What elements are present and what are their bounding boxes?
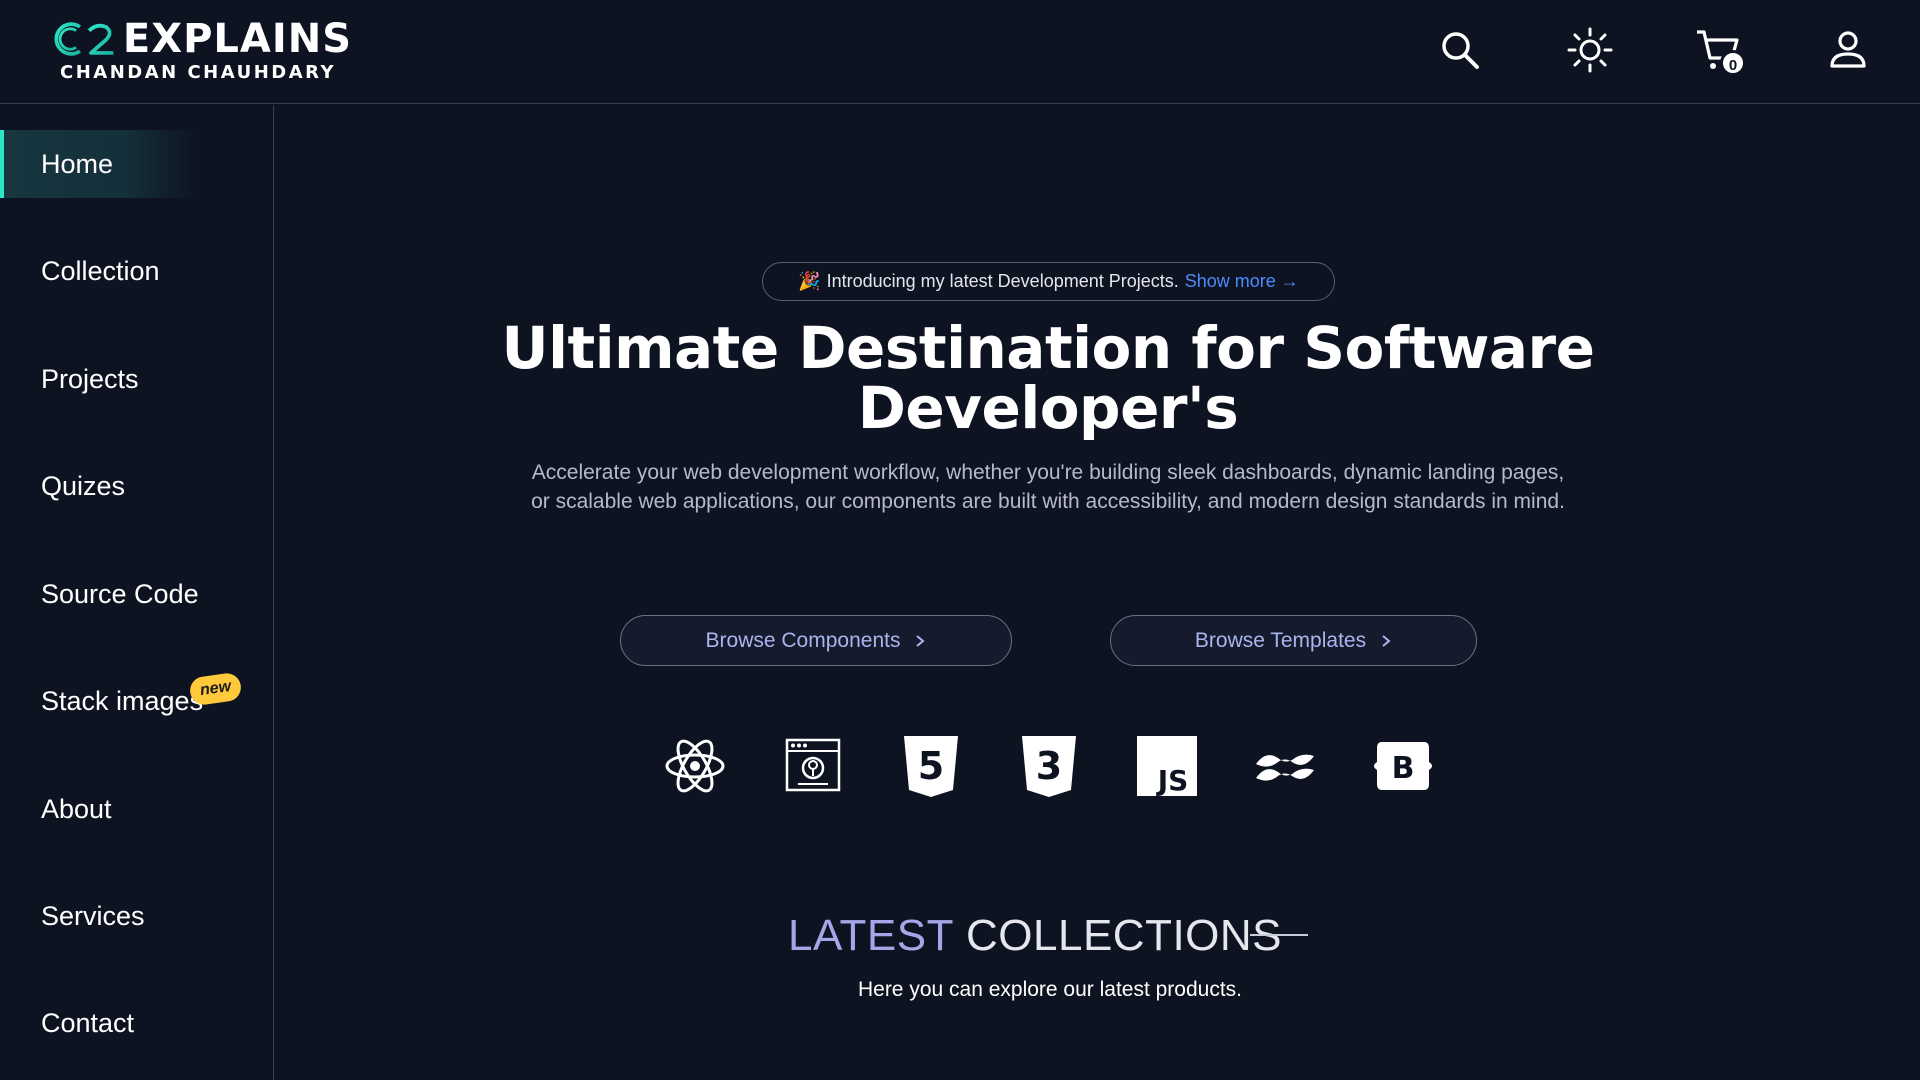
- button-label: Browse Templates: [1194, 628, 1367, 652]
- html5-label: 5: [918, 744, 944, 788]
- top-header: EXPLAINS CHANDAN CHAUHDARY 0: [0, 0, 1920, 104]
- user-icon[interactable]: [1824, 26, 1872, 74]
- sidebar-item-quizes[interactable]: Quizes: [0, 452, 273, 520]
- javascript-label: JS: [1156, 764, 1189, 797]
- sidebar-item-label: Home: [41, 148, 114, 179]
- sidebar-item-label: Source Code: [41, 578, 199, 609]
- react-icon[interactable]: [664, 734, 726, 798]
- party-emoji-icon: 🎉: [798, 271, 821, 291]
- sidebar-item-label: Contact: [41, 1007, 135, 1038]
- bootstrap-label: B: [1392, 751, 1415, 786]
- browse-components-button[interactable]: Browse Components: [620, 615, 1012, 666]
- hero-title: Ultimate Destination for Software Develo…: [501, 314, 1595, 442]
- announcement-text: Introducing my latest Development Projec…: [826, 271, 1179, 291]
- sidebar-nav: Home Collection Projects Quizes Source C…: [0, 105, 274, 1080]
- sidebar-item-source-code[interactable]: Source Code: [0, 560, 273, 628]
- chevron-right-icon: [916, 634, 926, 647]
- new-badge: new: [188, 671, 243, 707]
- sidebar-item-label: Projects: [41, 363, 139, 394]
- sidebar-item-contact[interactable]: Contact: [0, 989, 273, 1057]
- logo-subtitle: CHANDAN CHAUHDARY: [60, 62, 337, 83]
- c2-logo-mark: [54, 22, 114, 56]
- sun-icon[interactable]: [1566, 26, 1614, 74]
- heading-part-latest: LATEST: [788, 911, 955, 960]
- bootstrap-icon[interactable]: B: [1372, 734, 1434, 798]
- hero-description: Accelerate your web development workflow…: [531, 461, 1565, 513]
- latest-collections-heading: LATEST COLLECTIONS: [788, 908, 1282, 964]
- show-more-link[interactable]: Show more →: [1185, 271, 1299, 292]
- sidebar-item-collection[interactable]: Collection: [0, 237, 273, 305]
- sidebar-item-home[interactable]: Home: [0, 130, 273, 198]
- search-icon[interactable]: [1436, 26, 1484, 74]
- sidebar-item-label: Quizes: [41, 470, 126, 501]
- browse-templates-button[interactable]: Browse Templates: [1110, 615, 1477, 666]
- sidebar-item-label: About: [41, 793, 112, 824]
- chevron-right-icon: [1382, 634, 1391, 647]
- css3-icon[interactable]: 3: [1018, 734, 1080, 798]
- latest-collections-subtitle: Here you can explore our latest products…: [857, 978, 1243, 1001]
- sidebar-item-about[interactable]: About: [0, 775, 273, 843]
- logo[interactable]: EXPLAINS CHANDAN CHAUHDARY: [52, 16, 352, 88]
- sidebar-item-label: Stack images: [41, 685, 204, 716]
- sidebar-item-label: Services: [41, 900, 145, 931]
- tailwind-icon[interactable]: [1254, 734, 1316, 798]
- logo-title: EXPLAINS: [122, 16, 352, 62]
- html5-icon[interactable]: 5: [900, 734, 962, 798]
- cart-icon[interactable]: 0: [1694, 26, 1746, 76]
- javascript-icon[interactable]: JS: [1136, 734, 1198, 798]
- css3-label: 3: [1036, 744, 1062, 788]
- announcement-pill[interactable]: 🎉 Introducing my latest Development Proj…: [762, 262, 1335, 301]
- button-label: Browse Components: [705, 628, 901, 652]
- sidebar-item-stack-images[interactable]: Stack images new: [0, 667, 273, 735]
- cart-count-badge: 0: [1720, 50, 1746, 76]
- heading-part-collections: COLLECTIONS: [966, 911, 1283, 960]
- heading-divider: [1250, 934, 1308, 936]
- sidebar-item-label: Collection: [41, 255, 160, 286]
- web-dev-icon[interactable]: [782, 734, 844, 798]
- sidebar-item-projects[interactable]: Projects: [0, 345, 273, 413]
- sidebar-item-services[interactable]: Services: [0, 882, 273, 950]
